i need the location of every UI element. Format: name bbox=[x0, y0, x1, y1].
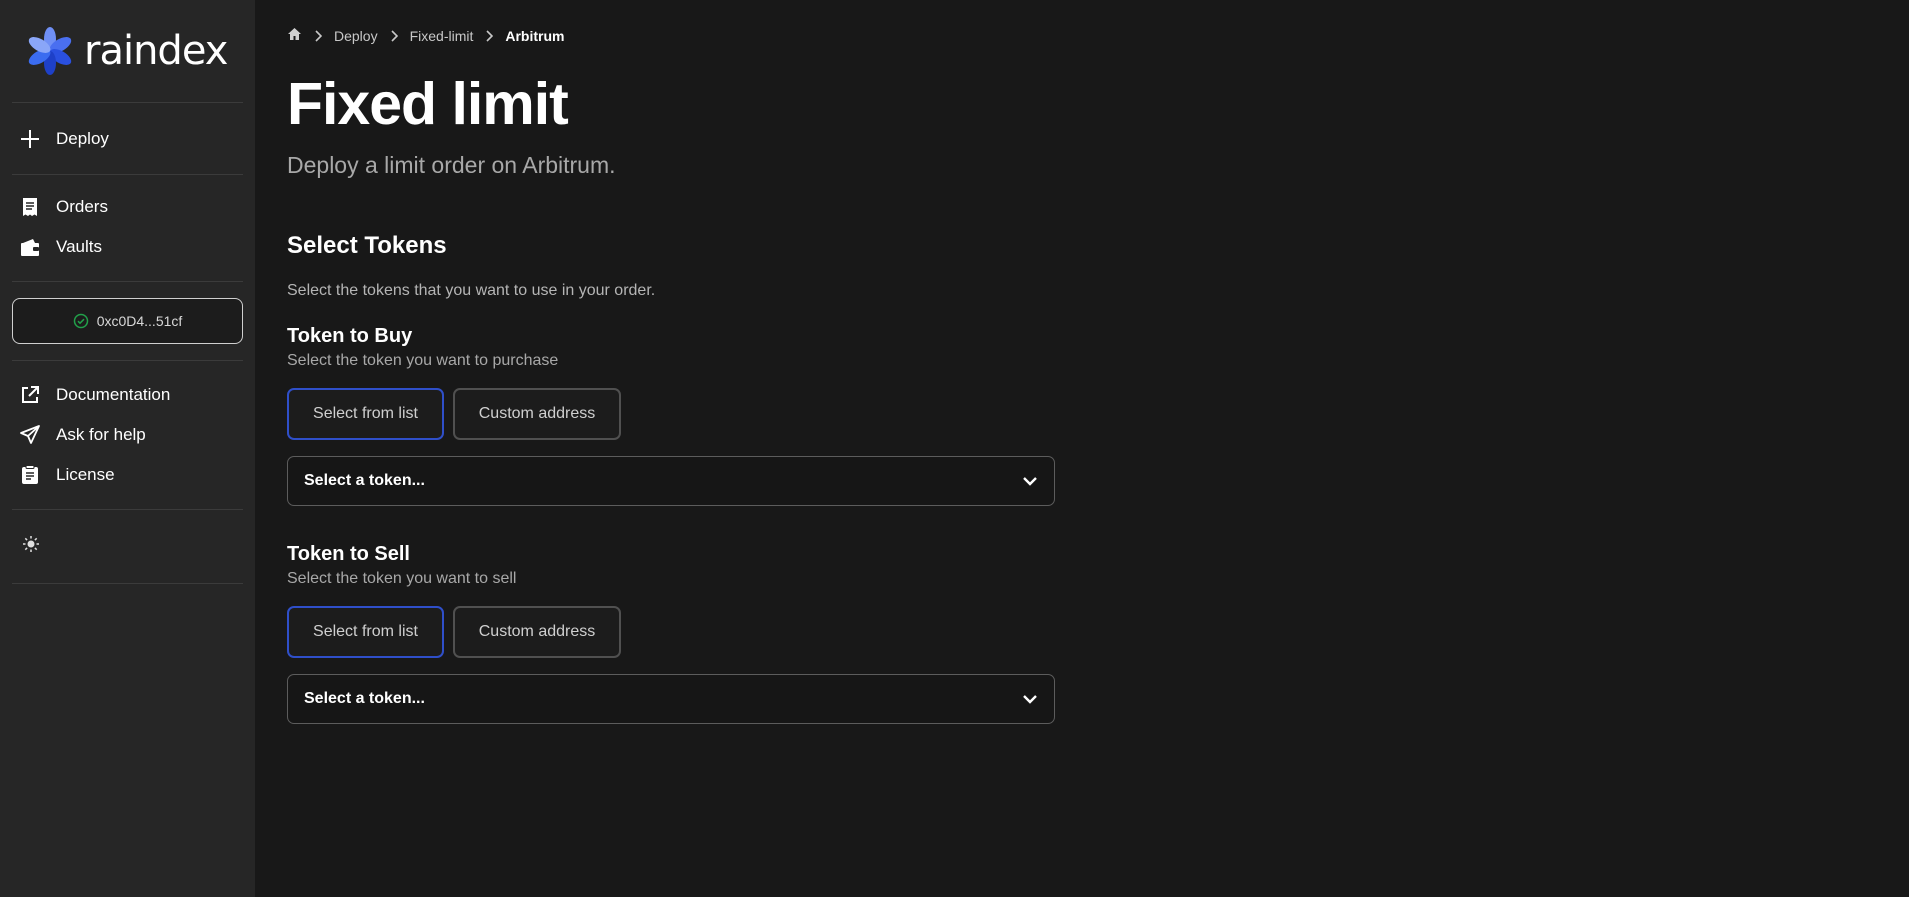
breadcrumb-item-fixed-limit[interactable]: Fixed-limit bbox=[410, 28, 474, 44]
sidebar-item-deploy[interactable]: Deploy bbox=[12, 119, 109, 159]
sidebar-theme-section bbox=[12, 510, 243, 584]
raindex-flower-icon bbox=[28, 27, 72, 75]
chevron-right-icon bbox=[314, 29, 322, 42]
sidebar-item-orders[interactable]: Orders bbox=[12, 187, 243, 227]
breadcrumb-item-deploy[interactable]: Deploy bbox=[334, 28, 378, 44]
home-icon[interactable] bbox=[287, 27, 302, 44]
token-buy-mode-toggle: Select from list Custom address bbox=[287, 388, 1055, 440]
token-sell-section: Token to Sell Select the token you want … bbox=[287, 543, 1055, 724]
sidebar-item-label: License bbox=[56, 465, 115, 484]
token-buy-section: Token to Buy Select the token you want t… bbox=[287, 325, 1055, 506]
logo[interactable]: raindex bbox=[12, 0, 243, 103]
token-sell-select-value: Select a token... bbox=[304, 690, 425, 707]
sidebar-item-ask-for-help[interactable]: Ask for help bbox=[12, 415, 243, 455]
sidebar: raindex Deploy Orders Vaults 0xc0D4...51… bbox=[0, 0, 255, 897]
chevron-down-icon bbox=[1022, 694, 1038, 704]
wallet-address-button[interactable]: 0xc0D4...51cf bbox=[12, 298, 243, 344]
sidebar-item-label: Deploy bbox=[56, 128, 109, 148]
sidebar-item-label: Ask for help bbox=[56, 425, 146, 444]
token-buy-select[interactable]: Select a token... bbox=[287, 456, 1055, 506]
token-sell-description: Select the token you want to sell bbox=[287, 570, 517, 587]
token-buy-select-from-list-button[interactable]: Select from list bbox=[287, 388, 444, 440]
token-sell-select[interactable]: Select a token... bbox=[287, 674, 1055, 724]
token-buy-select-value: Select a token... bbox=[304, 472, 425, 489]
token-sell-custom-address-button[interactable]: Custom address bbox=[453, 606, 621, 658]
logo-text: raindex bbox=[84, 28, 228, 74]
sidebar-item-label: Orders bbox=[56, 197, 108, 216]
sidebar-item-label: Vaults bbox=[56, 237, 102, 256]
sun-icon[interactable] bbox=[22, 535, 40, 558]
external-link-icon bbox=[18, 383, 42, 407]
wallet-icon bbox=[18, 235, 42, 259]
sidebar-item-license[interactable]: License bbox=[12, 455, 243, 495]
token-buy-title: Token to Buy bbox=[287, 325, 413, 347]
page-title: Fixed limit bbox=[287, 71, 569, 137]
sidebar-nav-section: Orders Vaults bbox=[12, 175, 243, 282]
token-buy-description: Select the token you want to purchase bbox=[287, 352, 559, 369]
token-buy-custom-address-button[interactable]: Custom address bbox=[453, 388, 621, 440]
token-sell-select-from-list-button[interactable]: Select from list bbox=[287, 606, 444, 658]
document-icon bbox=[18, 463, 42, 487]
check-circle-icon bbox=[73, 313, 89, 329]
sidebar-item-label: Documentation bbox=[56, 385, 171, 404]
page-subtitle: Deploy a limit order on Arbitrum. bbox=[287, 152, 616, 178]
sidebar-item-documentation[interactable]: Documentation bbox=[12, 375, 243, 415]
wallet-address: 0xc0D4...51cf bbox=[96, 313, 183, 329]
sidebar-links-section: Documentation Ask for help License bbox=[12, 361, 243, 510]
breadcrumb-item-current: Arbitrum bbox=[505, 27, 565, 44]
token-sell-title: Token to Sell bbox=[287, 543, 410, 565]
sidebar-wallet-section: 0xc0D4...51cf bbox=[12, 282, 243, 361]
select-tokens-description: Select the tokens that you want to use i… bbox=[287, 282, 656, 299]
chevron-down-icon bbox=[1022, 476, 1038, 486]
receipt-icon bbox=[18, 195, 42, 219]
paper-plane-icon bbox=[18, 423, 42, 447]
sidebar-item-vaults[interactable]: Vaults bbox=[12, 227, 243, 267]
sidebar-deploy-section: Deploy bbox=[12, 103, 243, 175]
breadcrumb: Deploy Fixed-limit Arbitrum bbox=[287, 27, 565, 44]
select-tokens-title: Select Tokens bbox=[287, 232, 447, 259]
chevron-right-icon bbox=[390, 29, 398, 42]
plus-icon bbox=[18, 127, 42, 151]
token-sell-mode-toggle: Select from list Custom address bbox=[287, 606, 1055, 658]
chevron-right-icon bbox=[485, 29, 494, 42]
